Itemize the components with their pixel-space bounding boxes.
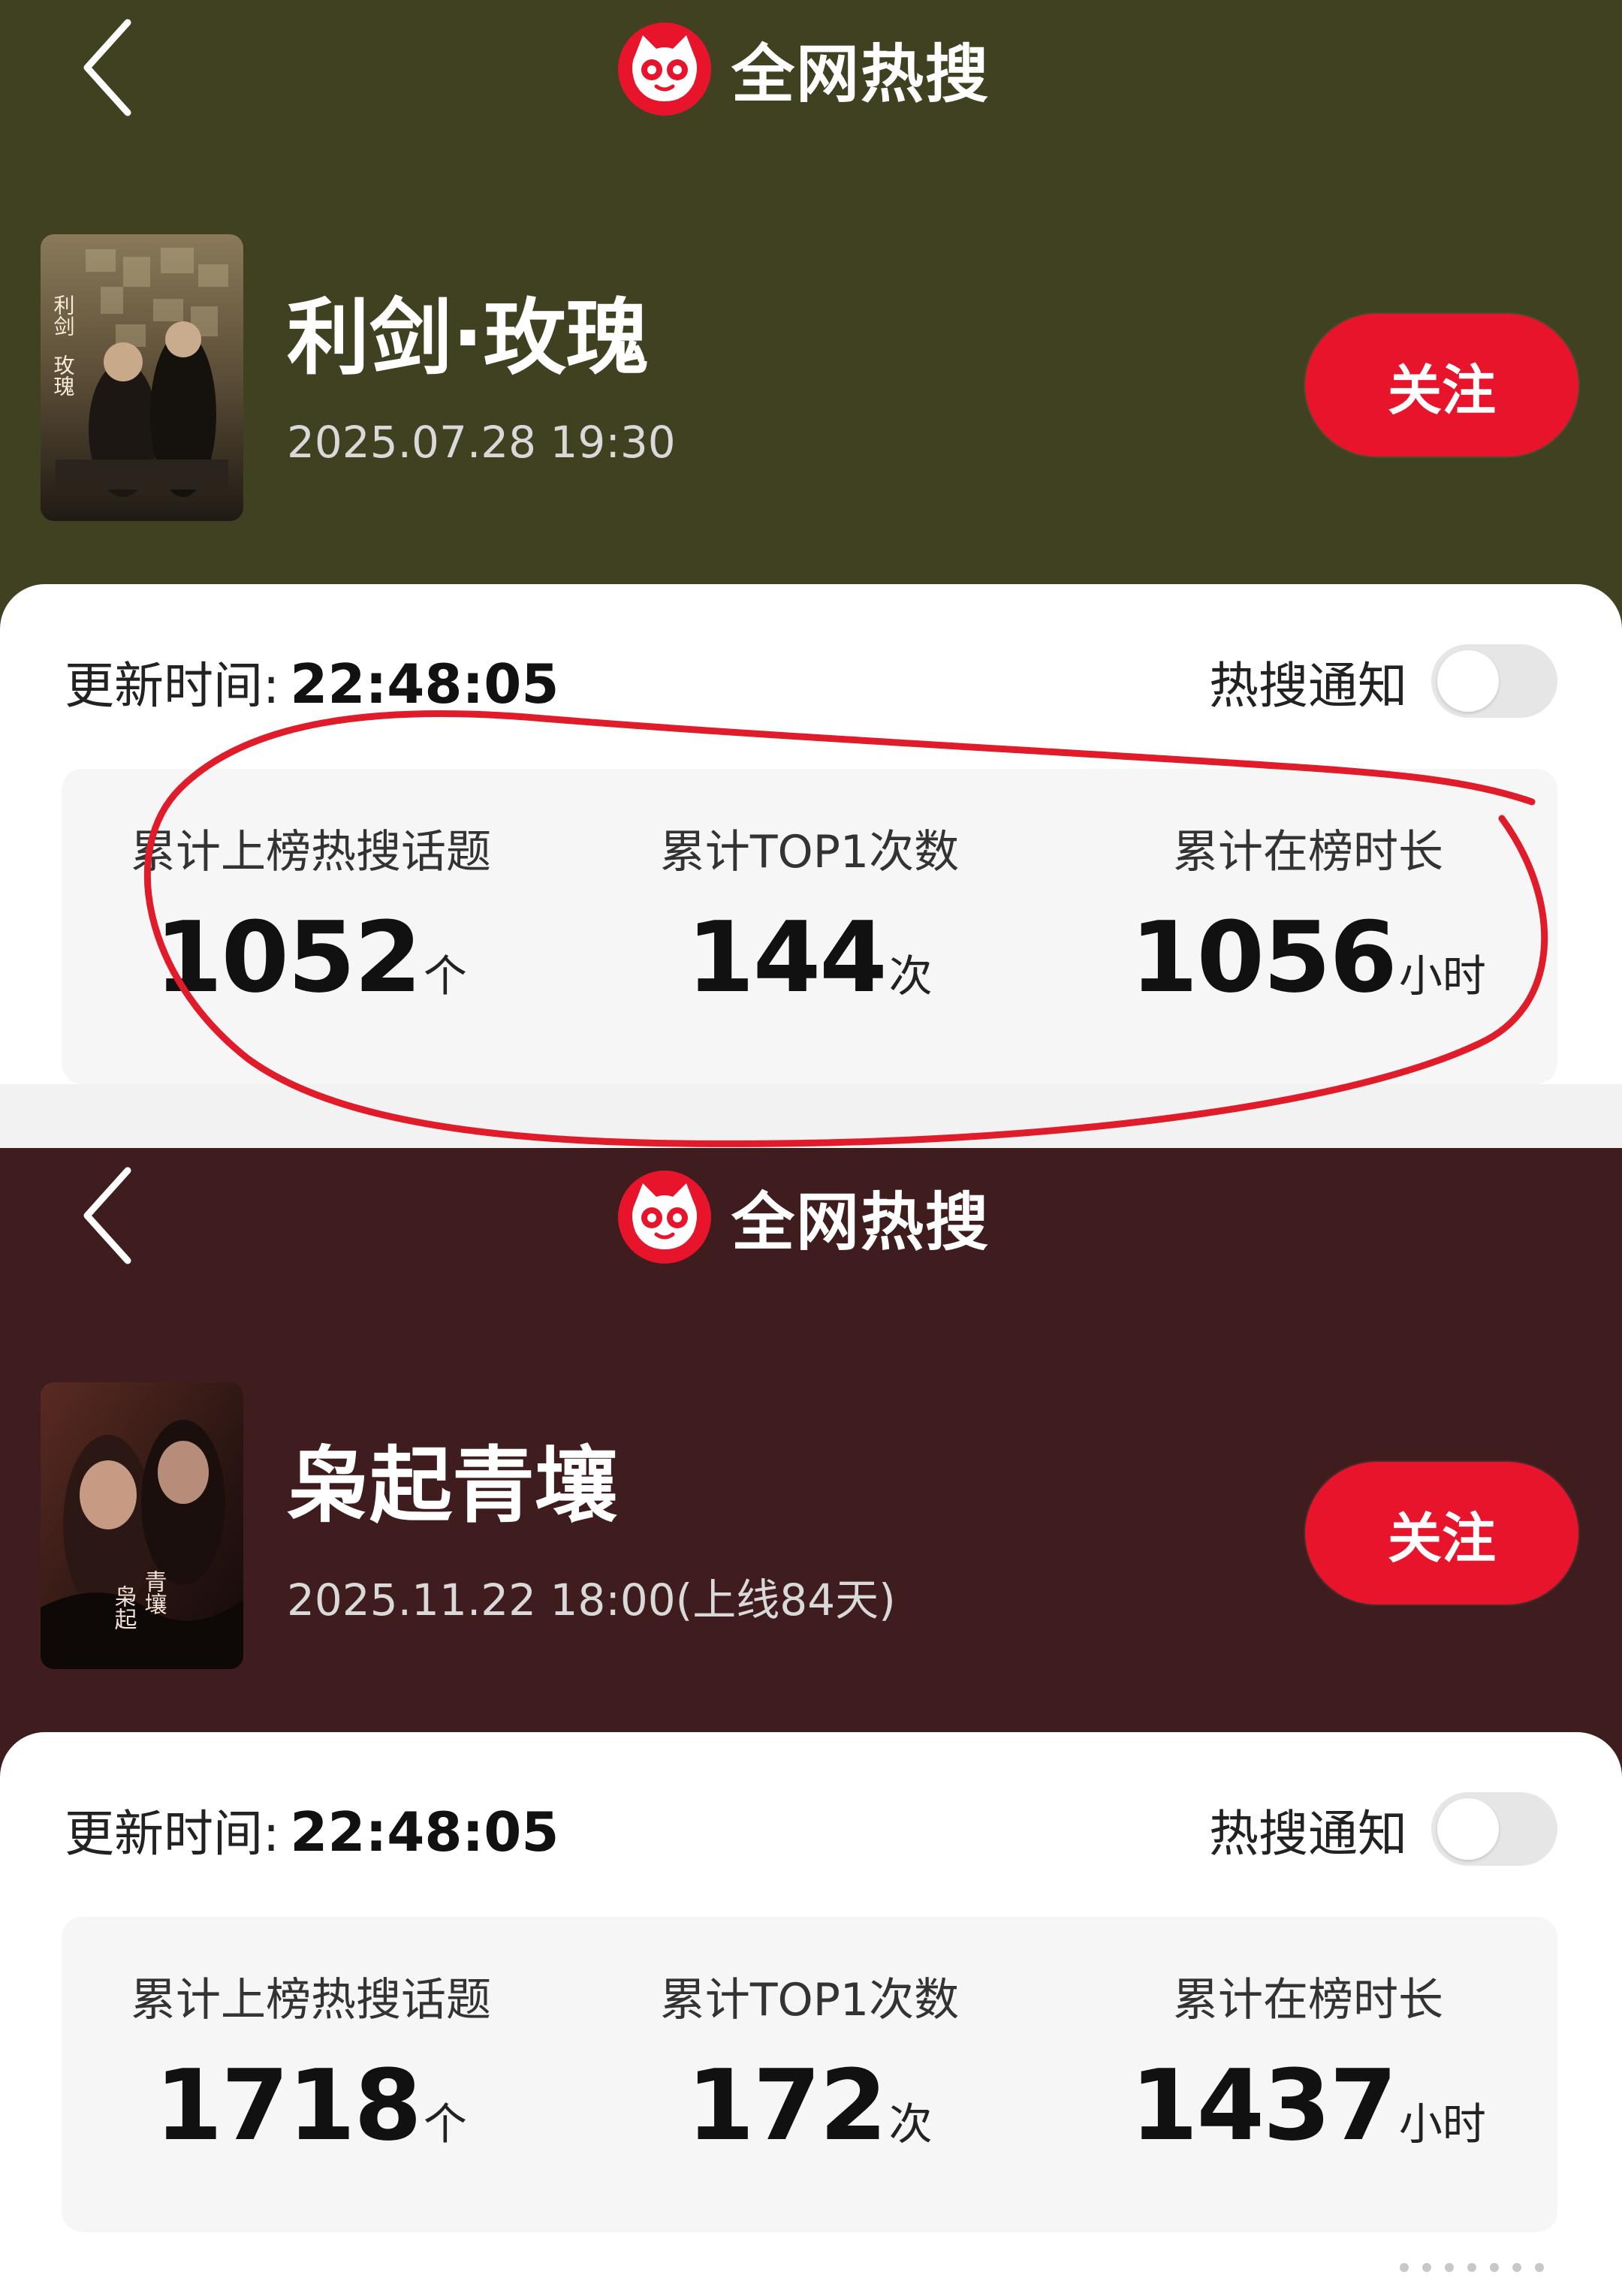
stat-value: 1056 [1130, 900, 1397, 1014]
svg-text:利剑: 利剑 [51, 294, 76, 336]
update-time: 更新时间: 22:48:05 [65, 1794, 559, 1866]
stat-unit: 次 [888, 2099, 933, 2150]
stat-label: 累计上榜热搜话题 [131, 1974, 491, 2026]
follow-button[interactable]: 关注 [1305, 1462, 1578, 1604]
stats-card: 更新时间: 22:48:05 热搜通知 累计上榜热搜话题 1718个 累计TOP1… [0, 1732, 1622, 2296]
stats-card: 更新时间: 22:48:05 热搜通知 累计上榜热搜话题 1052个 累计TOP1… [0, 584, 1622, 1148]
stat-unit: 个 [423, 951, 467, 1002]
stat-unit: 小时 [1398, 951, 1486, 1002]
stat-label: 累计在榜时长 [1173, 826, 1443, 878]
stat-label: 累计上榜热搜话题 [131, 826, 491, 878]
show-air-date: 2025.07.28 19:30 [287, 417, 676, 468]
update-time-value: 22:48:05 [290, 652, 559, 716]
header-title: 全网热搜 [731, 37, 990, 111]
watermark-icon [1400, 2263, 1544, 2272]
stat-unit: 次 [888, 951, 933, 1002]
stat-total-topics: 累计上榜热搜话题 1718个 [62, 1917, 560, 2232]
stat-top1-count: 累计TOP1次数 172次 [560, 1917, 1059, 2232]
cat-face-logo-icon [618, 1171, 711, 1264]
cat-face-logo-icon [618, 23, 711, 116]
toggle-knob [1437, 1798, 1499, 1860]
stat-label: 累计在榜时长 [1173, 1974, 1443, 2026]
svg-text:青壤: 青壤 [140, 1570, 167, 1615]
update-time: 更新时间: 22:48:05 [65, 646, 559, 718]
back-chevron-icon[interactable] [75, 1163, 143, 1268]
stats-box: 累计上榜热搜话题 1718个 累计TOP1次数 172次 累计在榜时长 1437… [62, 1917, 1557, 2232]
header-brand: 全网热搜 [616, 1165, 990, 1270]
show-title: 枭起青壤 [287, 1438, 617, 1534]
header-title: 全网热搜 [731, 1185, 990, 1259]
stat-total-topics: 累计上榜热搜话题 1052个 [62, 769, 560, 1084]
stat-value: 1718 [155, 2048, 422, 2162]
show-poster[interactable]: 枭起 青壤 [41, 1382, 243, 1669]
back-chevron-icon[interactable] [75, 15, 143, 120]
svg-text:枭起: 枭起 [110, 1585, 137, 1630]
stat-label: 累计TOP1次数 [659, 826, 960, 878]
show-title: 利剑·玫瑰 [287, 290, 649, 386]
notify-label: 热搜通知 [1209, 657, 1407, 715]
hot-search-notify-toggle[interactable] [1431, 644, 1557, 718]
show-air-date: 2025.11.22 18:00(上线84天) [287, 1574, 896, 1626]
update-time-label: 更新时间: [65, 657, 280, 715]
stat-value: 1052 [155, 900, 422, 1014]
update-time-value: 22:48:05 [290, 1800, 559, 1864]
stat-label: 累计TOP1次数 [659, 1974, 960, 2026]
header-brand: 全网热搜 [616, 17, 990, 122]
stat-hours-on-chart: 累计在榜时长 1437小时 [1059, 1917, 1557, 2232]
stat-unit: 小时 [1398, 2099, 1486, 2150]
hot-search-panel-1: 全网热搜 利剑 玫瑰 利剑·玫瑰 2025.07.28 19:30 关注 更新时… [0, 0, 1622, 1148]
hot-search-panel-2: 全网热搜 枭起 青壤 枭起青壤 2025.11.22 18:00(上线84天) … [0, 1148, 1622, 2296]
toggle-knob [1437, 650, 1499, 712]
hot-search-notify-toggle[interactable] [1431, 1792, 1557, 1866]
follow-button[interactable]: 关注 [1305, 314, 1578, 456]
section-gap [0, 1084, 1622, 1148]
stat-value: 172 [686, 2048, 887, 2162]
stat-unit: 个 [423, 2099, 467, 2150]
update-time-label: 更新时间: [65, 1805, 280, 1863]
stat-hours-on-chart: 累计在榜时长 1056小时 [1059, 769, 1557, 1084]
stats-box: 累计上榜热搜话题 1052个 累计TOP1次数 144次 累计在榜时长 1056… [62, 769, 1557, 1084]
section-gap [0, 2232, 1622, 2296]
stat-value: 144 [686, 900, 887, 1014]
stat-value: 1437 [1130, 2048, 1397, 2162]
notify-label: 热搜通知 [1209, 1805, 1407, 1863]
show-poster[interactable]: 利剑 玫瑰 [41, 234, 243, 521]
svg-text:玫瑰: 玫瑰 [51, 354, 76, 396]
stat-top1-count: 累计TOP1次数 144次 [560, 769, 1059, 1084]
